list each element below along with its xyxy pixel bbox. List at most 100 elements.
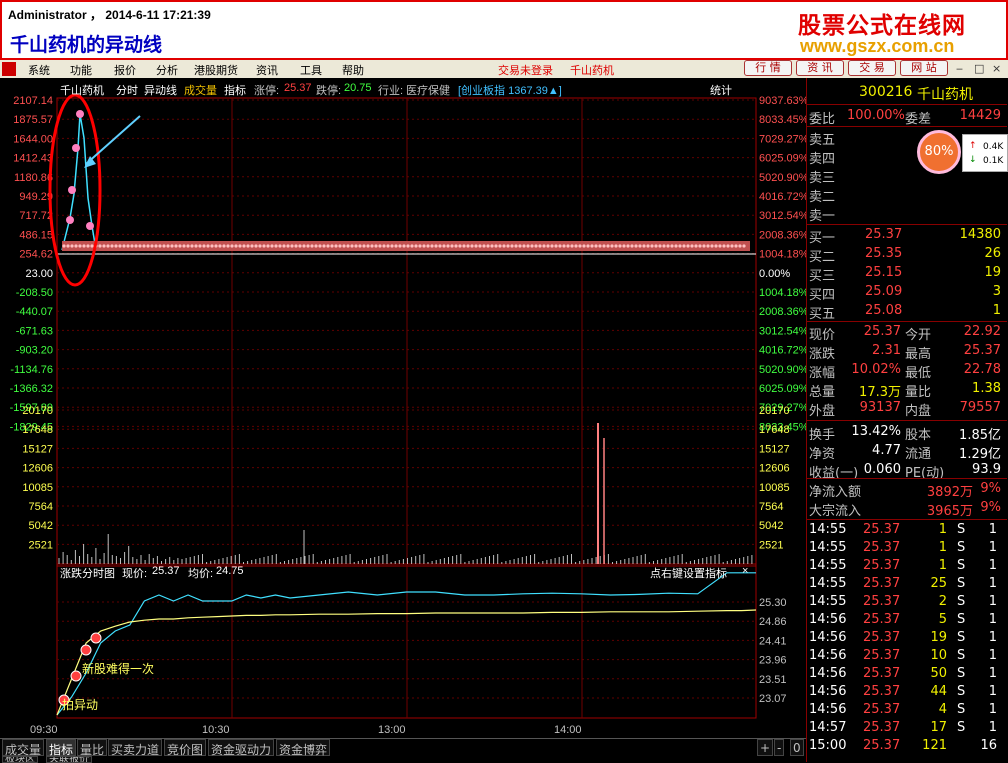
flow-row[interactable]: 净流入额 3892万 9% (807, 481, 1007, 500)
menu-system[interactable]: 系统 (28, 62, 50, 78)
tab-fund-drive[interactable]: 资金驱动力 (208, 739, 275, 757)
close-icon[interactable]: × (992, 62, 1001, 75)
minimize-icon[interactable]: ‒ (956, 62, 963, 75)
bid-row[interactable]: 买四 25.09 3 (807, 284, 1007, 303)
tick-row[interactable]: 14:55 25.37 25 S 1 (807, 576, 1007, 594)
lower-avg-label: 均价: (188, 568, 214, 580)
ask-row[interactable]: 卖二 (807, 186, 1007, 205)
tick-time: 14:56 (809, 684, 847, 699)
tick-row[interactable]: 14:56 25.37 44 S 1 (807, 684, 1007, 702)
chart-indicator-label[interactable]: 指标 (224, 82, 246, 98)
tick-row[interactable]: 15:00 25.37 121 16 (807, 738, 1007, 756)
speed-badge[interactable]: 80% (917, 130, 961, 174)
band-bead (402, 244, 406, 248)
lower-title: 涨跌分时图 (60, 568, 115, 580)
flow-row[interactable]: 大宗流入 3965万 9% (807, 500, 1007, 519)
tick-row[interactable]: 14:55 25.37 2 S 1 (807, 594, 1007, 612)
quote-button[interactable]: 行 情 (744, 60, 792, 76)
tab-buy-sell-force[interactable]: 买卖力道 (108, 739, 163, 757)
intraday-chart[interactable]: 2107.14 1875.57 1644.00 1412.43 1180.86 949.2… (0, 78, 809, 738)
stat-label: 总量 (809, 385, 836, 400)
stat-row[interactable]: 现价 25.37 今开 22.92 (807, 324, 1007, 343)
right-axis-label: 3012.54% (759, 325, 806, 337)
bid-volume: 14380 (959, 227, 1001, 242)
tick-row[interactable]: 14:55 25.37 1 S 1 (807, 522, 1007, 540)
stat-row[interactable]: 涨幅 10.02% 最低 22.78 (807, 362, 1007, 381)
app-icon[interactable] (2, 62, 16, 76)
tick-side: S (957, 630, 966, 645)
chart-mode[interactable]: 分时 (116, 82, 138, 98)
tick-volume: 121 (922, 738, 947, 753)
zoom-out-button[interactable]: - (774, 739, 785, 756)
float-panel[interactable]: ↑ 0.4K ↓ 0.1K (962, 134, 1008, 172)
tab-fund-game[interactable]: 资金博弈 (276, 739, 331, 757)
tick-row[interactable]: 14:56 25.37 4 S 1 (807, 702, 1007, 720)
stat-row[interactable]: 总量 17.3万 量比 1.38 (807, 381, 1007, 400)
trade-button[interactable]: 交 易 (848, 60, 896, 76)
vol-axis-label: 12606 (22, 463, 53, 475)
bid-row[interactable]: 买一 25.37 14380 (807, 227, 1007, 246)
stat-row[interactable]: 外盘 93137 内盘 79557 (807, 400, 1007, 419)
tick-side: S (957, 612, 966, 627)
tick-row[interactable]: 14:56 25.37 10 S 1 (807, 648, 1007, 666)
stat-label: 流通 (905, 447, 932, 462)
menu-analysis[interactable]: 分析 (156, 62, 178, 78)
menu-hk-futures[interactable]: 港股期货 (194, 62, 238, 78)
tick-row[interactable]: 14:56 25.37 19 S 1 (807, 630, 1007, 648)
tick-row[interactable]: 14:56 25.37 5 S 1 (807, 612, 1007, 630)
divider (807, 321, 1007, 322)
stat-row[interactable]: 涨跌 2.31 最高 25.37 (807, 343, 1007, 362)
band-bead (654, 244, 658, 248)
ask-row[interactable]: 卖一 (807, 205, 1007, 224)
stat-value: 93.9 (972, 462, 1001, 477)
band-bead (162, 244, 166, 248)
tab-auction[interactable]: 竞价图 (164, 739, 207, 757)
zoom-reset-button[interactable]: 0 (790, 739, 804, 756)
news-button[interactable]: 资 讯 (796, 60, 844, 76)
zoom-in-button[interactable]: + (757, 739, 774, 756)
website-button[interactable]: 网 站 (900, 60, 948, 76)
lower-close-icon[interactable]: × (742, 565, 748, 577)
tick-row[interactable]: 14:55 25.37 1 S 1 (807, 558, 1007, 576)
stat-row[interactable]: 净资 4.77 流通 1.29亿 (807, 443, 1007, 462)
chart-line-label[interactable]: 异动线 (144, 82, 177, 98)
menu-function[interactable]: 功能 (70, 62, 92, 78)
tick-row[interactable]: 14:55 25.37 1 S 1 (807, 540, 1007, 558)
trade-status[interactable]: 交易未登录 (498, 62, 553, 78)
restore-icon[interactable]: □ (974, 62, 984, 75)
tick-time: 14:56 (809, 666, 847, 681)
menu-tools[interactable]: 工具 (300, 62, 322, 78)
tab-indicator[interactable]: 指标 (46, 739, 77, 757)
tick-count: 1 (988, 522, 997, 537)
right-click-hint[interactable]: 点右键设置指标 (650, 565, 727, 581)
tab-volume-ratio[interactable]: 量比 (77, 739, 108, 757)
bid-row[interactable]: 买五 25.08 1 (807, 303, 1007, 322)
stat-value: 1.85亿 (959, 428, 1001, 443)
tick-row[interactable]: 14:56 25.37 50 S 1 (807, 666, 1007, 684)
vol-axis-label: 10085 (22, 482, 53, 494)
stat-row[interactable]: 换手 13.42% 股本 1.85亿 (807, 424, 1007, 443)
menu-help[interactable]: 帮助 (342, 62, 364, 78)
site-url[interactable]: www.gszx.com.cn (800, 36, 954, 57)
stat-button[interactable]: 统计 (710, 82, 732, 98)
tick-count: 1 (988, 630, 997, 645)
bid-row[interactable]: 买二 25.35 26 (807, 246, 1007, 265)
band-bead (278, 244, 282, 248)
board-index[interactable]: [创业板指 1367.39▲] (458, 82, 562, 98)
menu-quote[interactable]: 报价 (114, 62, 136, 78)
band-bead (82, 244, 86, 248)
band-bead (282, 244, 286, 248)
left-axis-label: 254.62 (19, 249, 53, 261)
tab-volume[interactable]: 成交量 (2, 739, 45, 757)
tick-side: S (957, 522, 966, 537)
menu-news[interactable]: 资讯 (256, 62, 278, 78)
bid-row[interactable]: 买三 25.15 19 (807, 265, 1007, 284)
band-bead (366, 244, 370, 248)
limit-down-value: 20.75 (344, 82, 372, 94)
commission-row[interactable]: 委比 100.00% 委差 14429 (807, 108, 1007, 127)
chart-vol-label[interactable]: 成交量 (184, 82, 217, 98)
tick-count: 1 (988, 594, 997, 609)
tick-row[interactable]: 14:57 25.37 17 S 1 (807, 720, 1007, 738)
band-bead (130, 244, 134, 248)
left-axis-label: -903.20 (16, 345, 53, 357)
